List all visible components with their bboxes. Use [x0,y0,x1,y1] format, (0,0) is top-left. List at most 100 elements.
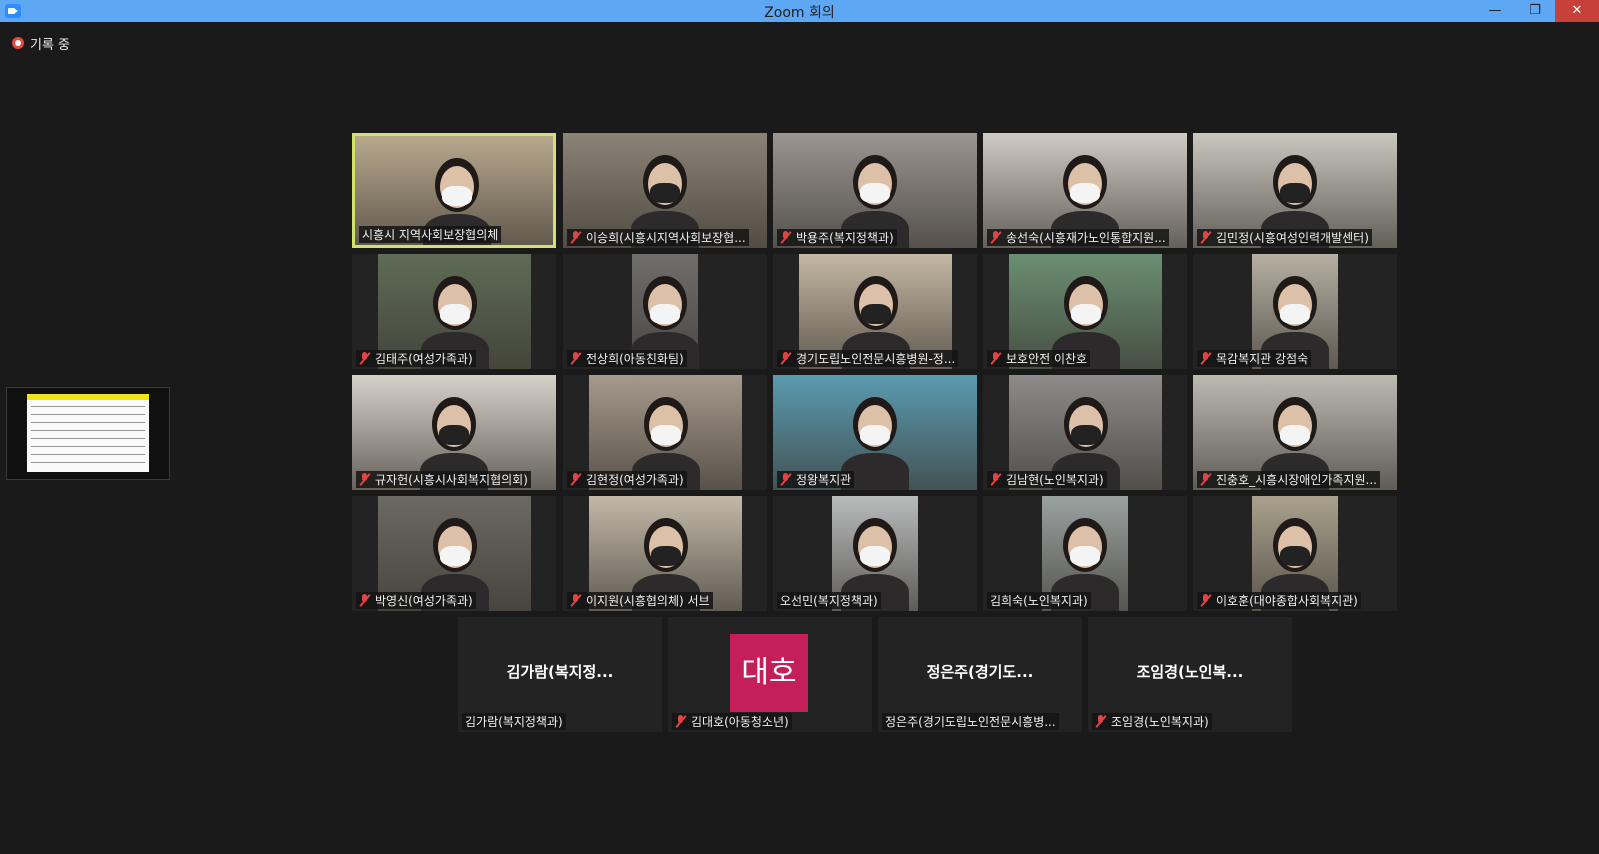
face-mask [650,304,680,324]
participant-name: 김남현(노인복지과) [1006,473,1104,487]
participant-name: 김현정(여성가족과) [586,473,684,487]
participant-tile[interactable]: 김희숙(노인복지과) [983,496,1187,611]
participant-name-tag: 오선민(복지정책과) [777,592,881,609]
title-bar: Zoom 회의 — ❐ ✕ [0,0,1599,22]
face-mask [860,183,890,203]
participant-name: 정은주(경기도립노인전문시흥병... [885,715,1056,729]
participant-name: 조임경(노인복지과) [1111,715,1209,729]
window-title: Zoom 회의 [764,5,835,21]
participant-tile[interactable]: 김태주(여성가족과) [352,254,556,369]
participant-tile[interactable]: 규자헌(시흥시사회복지협의회) [352,375,556,490]
participant-name-tag: 조임경(노인복지과) [1092,713,1212,730]
participant-tile-no-video[interactable]: 대호 김대호(아동청소년) [668,617,872,732]
participant-name-tag: 전상희(아동친화팀) [567,350,687,367]
face-mask [650,183,680,203]
participant-tile[interactable]: 정왕복지관 [773,375,977,490]
muted-mic-icon [675,715,687,728]
muted-mic-icon [990,231,1002,244]
participant-tile[interactable]: 이승희(시흥시지역사회보장협... [563,133,767,248]
participant-display-name: 김가람(복지정... [506,663,614,681]
participant-name-tag: 김남현(노인복지과) [987,471,1107,488]
participant-tile[interactable]: 이호훈(대야종합사회복지관) [1193,496,1397,611]
shared-document [27,394,149,472]
restore-button[interactable]: ❐ [1515,0,1555,22]
participant-name: 송선숙(시흥재가노인통합지원... [1006,231,1166,245]
participant-name: 박용주(복지정책과) [796,231,894,245]
participant-tile[interactable]: 박용주(복지정책과) [773,133,977,248]
close-button[interactable]: ✕ [1555,0,1599,22]
participant-name-tag: 진충호_시흥시장애인가족지원... [1197,471,1380,488]
face-mask [1280,425,1310,445]
muted-mic-icon [1200,594,1212,607]
participant-tile[interactable]: 김현정(여성가족과) [563,375,767,490]
face-mask [860,546,890,566]
participant-name-tag: 박영신(여성가족과) [356,592,476,609]
recording-label: 기록 중 [30,37,71,53]
participant-name-tag: 송선숙(시흥재가노인통합지원... [987,229,1169,246]
participant-name: 규자헌(시흥시사회복지협의회) [375,473,528,487]
participant-tile[interactable]: 이지원(시흥협의체) 서브 [563,496,767,611]
face-mask [439,546,470,566]
muted-mic-icon [990,473,1002,486]
face-mask [1280,304,1310,324]
participant-name: 김대호(아동청소년) [691,715,789,729]
participant-tile[interactable]: 김민정(시흥여성인력개발센터) [1193,133,1397,248]
participant-name-tag: 김태주(여성가족과) [356,350,476,367]
face-mask [860,425,890,445]
participant-tile[interactable]: 보호안전 이찬호 [983,254,1187,369]
muted-mic-icon [570,473,582,486]
participant-tile[interactable]: 시흥시 지역사회보장협의체 [352,133,556,248]
participant-name: 진충호_시흥시장애인가족지원... [1216,473,1377,487]
participant-name: 오선민(복지정책과) [780,594,878,608]
muted-mic-icon [570,231,582,244]
record-icon [12,37,24,49]
minimize-button[interactable]: — [1475,0,1515,22]
face-mask [650,425,681,445]
face-mask [650,546,681,566]
participant-name: 전상희(아동친화팀) [586,352,684,366]
participant-tile-no-video[interactable]: 정은주(경기도... 정은주(경기도립노인전문시흥병... [878,617,1082,732]
muted-mic-icon [780,352,792,365]
face-mask [1070,425,1101,445]
participant-tile[interactable]: 경기도립노인전문시흥병원-정... [773,254,977,369]
participant-tile[interactable]: 진충호_시흥시장애인가족지원... [1193,375,1397,490]
participant-name-tag: 보호안전 이찬호 [987,350,1091,367]
recording-indicator[interactable]: 기록 중 [12,34,71,53]
participant-tile[interactable]: 전상희(아동친화팀) [563,254,767,369]
muted-mic-icon [780,231,792,244]
participant-tile[interactable]: 김남현(노인복지과) [983,375,1187,490]
face-mask [442,186,472,206]
participant-name-tag: 김민정(시흥여성인력개발센터) [1197,229,1372,246]
participant-name-tag: 시흥시 지역사회보장협의체 [359,226,502,243]
muted-mic-icon [990,352,1002,365]
participant-name-tag: 이호훈(대야종합사회복지관) [1197,592,1361,609]
muted-mic-icon [1200,473,1212,486]
participant-name: 김가람(복지정책과) [465,715,563,729]
muted-mic-icon [359,473,371,486]
participant-name-tag: 이지원(시흥협의체) 서브 [567,592,713,609]
participant-tile-no-video[interactable]: 김가람(복지정... 김가람(복지정책과) [458,617,662,732]
muted-mic-icon [359,352,371,365]
participant-name: 목감복지관 강점숙 [1216,352,1309,366]
face-mask [1070,546,1100,566]
participant-tile-no-video[interactable]: 조임경(노인복... 조임경(노인복지과) [1088,617,1292,732]
participant-tile[interactable]: 송선숙(시흥재가노인통합지원... [983,133,1187,248]
participant-name-tag: 박용주(복지정책과) [777,229,897,246]
participant-name: 김태주(여성가족과) [375,352,473,366]
participant-name: 경기도립노인전문시흥병원-정... [796,352,956,366]
participant-name: 박영신(여성가족과) [375,594,473,608]
participant-name-tag: 김대호(아동청소년) [672,713,792,730]
screen-share-thumbnail[interactable] [6,387,170,480]
muted-mic-icon [1200,231,1212,244]
participant-name: 이호훈(대야종합사회복지관) [1216,594,1358,608]
participant-tile[interactable]: 목감복지관 강점숙 [1193,254,1397,369]
muted-mic-icon [570,352,582,365]
face-mask [1070,183,1100,203]
participant-tile[interactable]: 오선민(복지정책과) [773,496,977,611]
participant-display-name: 정은주(경기도... [926,663,1034,681]
muted-mic-icon [780,473,792,486]
participant-name: 정왕복지관 [796,473,852,487]
face-mask [1280,546,1310,566]
participant-tile[interactable]: 박영신(여성가족과) [352,496,556,611]
participant-name-tag: 이승희(시흥시지역사회보장협... [567,229,749,246]
